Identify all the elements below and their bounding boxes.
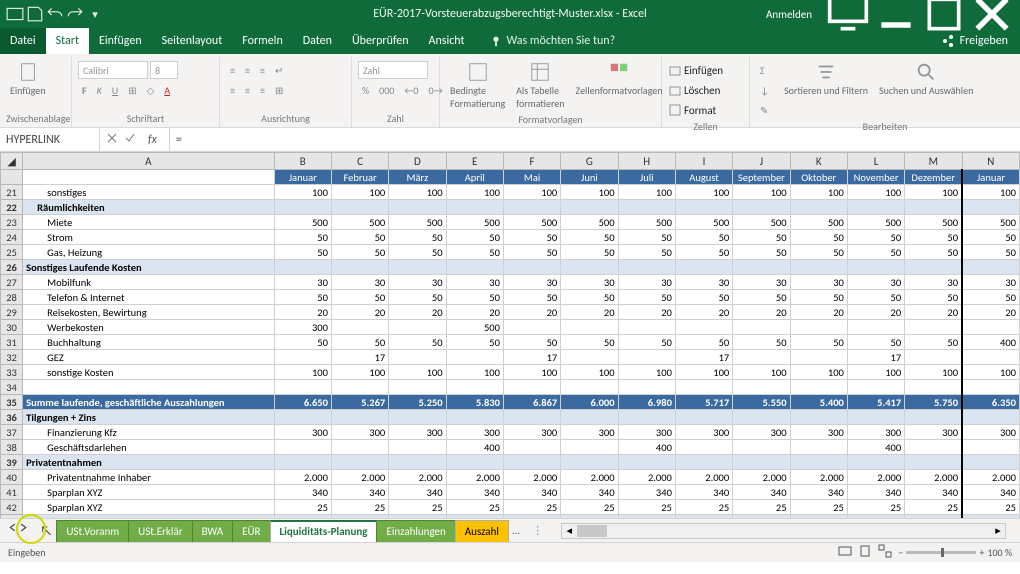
tab-datei[interactable]: Datei (0, 28, 46, 54)
tab-daten[interactable]: Daten (293, 28, 342, 54)
tab-start[interactable]: Start (46, 28, 89, 54)
tab-scroll-right-icon[interactable] (19, 522, 28, 539)
font-color-button[interactable]: A (160, 81, 174, 99)
titlebar: ▾ EÜR-2017-Vorsteuerabzugsberechtigt-Mus… (0, 0, 1020, 28)
tab-bwa[interactable]: BWA (192, 520, 234, 542)
zoom-control[interactable]: −+100 % (898, 546, 1012, 559)
tab-ansicht[interactable]: Ansicht (419, 28, 475, 54)
bold-button[interactable]: F (78, 81, 91, 99)
ribbon: EinfügenZwischenablage Calibri8FKU⊞◇ASch… (0, 54, 1020, 128)
tab-formeln[interactable]: Formeln (232, 28, 292, 54)
minimize-icon[interactable] (874, 0, 918, 28)
border-button[interactable]: ⊞ (124, 81, 140, 99)
format-table-button[interactable]: Als Tabelle formatieren (512, 59, 568, 112)
insert-cells-button[interactable]: Einfügen (668, 61, 723, 79)
sort-filter-button[interactable]: Sortieren und Filtern (780, 59, 872, 99)
undo-icon[interactable] (46, 5, 64, 23)
maximize-icon[interactable] (922, 0, 966, 28)
redo-icon[interactable] (66, 5, 84, 23)
cell-styles-button[interactable]: Zellenformatvorlagen (572, 59, 667, 99)
zoom-level: 100 % (987, 546, 1012, 559)
tab-ust-voranm[interactable]: USt.Voranm (56, 520, 129, 542)
wrap-text-button[interactable]: ↵ (271, 61, 287, 79)
tab-scroll-left-icon[interactable] (8, 522, 17, 539)
underline-button[interactable]: U (108, 81, 122, 99)
view-break-icon[interactable] (878, 544, 892, 561)
fx-icon[interactable]: fx (142, 133, 163, 147)
tab-seitenlayout[interactable]: Seitenlayout (152, 28, 233, 54)
tab-einfugen[interactable]: Einfügen (89, 28, 152, 54)
tab-ust-erklar[interactable]: USt.Erklär (128, 520, 192, 542)
tab-divider: ⋮ (524, 524, 551, 537)
name-box[interactable]: HYPERLINK (0, 128, 100, 152)
qat-dropdown-icon[interactable]: ▾ (86, 5, 104, 23)
tab-liquiditat[interactable]: Liquiditäts-Planung (270, 520, 378, 542)
scroll-right-icon: ▸ (991, 524, 1005, 538)
sheet-tabs: ↖ USt.Voranm USt.Erklär BWA EÜR Liquidit… (0, 518, 1020, 542)
horizontal-scrollbar[interactable]: ◂▸ (561, 523, 1006, 539)
conditional-format-button[interactable]: Bedingte Formatierung (446, 59, 509, 112)
font-name-select[interactable]: Calibri (78, 61, 148, 79)
fill-color-button[interactable]: ◇ (143, 81, 159, 99)
window-title: EÜR-2017-Vorsteuerabzugsberechtigt-Muste… (373, 7, 647, 21)
tab-auszahlungen[interactable]: Auszahl (455, 520, 509, 542)
tab-more[interactable]: ... (508, 524, 524, 537)
tab-uberprufen[interactable]: Überprüfen (342, 28, 419, 54)
cancel-formula-icon[interactable] (106, 132, 118, 148)
delete-cells-button[interactable]: Löschen (668, 81, 723, 99)
find-select-button[interactable]: Suchen und Auswählen (875, 59, 977, 99)
excel-icon (6, 5, 24, 23)
save-icon[interactable] (26, 5, 44, 23)
sign-in-link[interactable]: Anmelden (766, 8, 812, 21)
view-normal-icon[interactable] (838, 544, 852, 561)
share-button[interactable]: Freigeben (929, 34, 1020, 48)
view-page-icon[interactable] (858, 544, 872, 561)
tell-me[interactable]: Was möchten Sie tun? (489, 34, 616, 48)
scroll-left-icon: ◂ (562, 524, 576, 538)
cursor-icon: ↖ (40, 522, 52, 539)
status-bar: Eingeben −+100 % (0, 542, 1020, 562)
format-cells-button[interactable]: Format (668, 101, 723, 119)
close-icon[interactable] (970, 0, 1014, 28)
ribbon-options-icon[interactable] (826, 0, 870, 28)
merge-button[interactable]: ⊞ (271, 81, 287, 99)
status-mode: Eingeben (8, 546, 46, 559)
enter-formula-icon[interactable] (124, 132, 136, 148)
tab-einzahlungen[interactable]: Einzahlungen (376, 520, 455, 542)
tab-eur[interactable]: EÜR (232, 520, 270, 542)
paste-button[interactable]: Einfügen (6, 59, 50, 99)
font-size-select[interactable]: 8 (150, 61, 178, 79)
italic-button[interactable]: K (93, 81, 106, 99)
spreadsheet-grid[interactable]: ◢ABCDEFGHIJKLMNJanuarFebruarMärzAprilMai… (0, 152, 1020, 518)
number-format-select[interactable]: Zahl (358, 61, 428, 79)
